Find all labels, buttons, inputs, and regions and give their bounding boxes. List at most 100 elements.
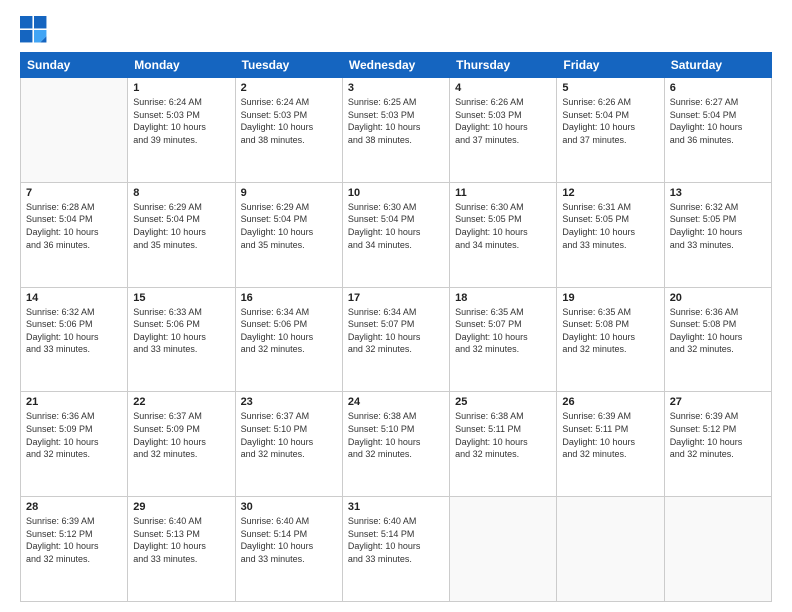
- day-info: Sunrise: 6:35 AM Sunset: 5:07 PM Dayligh…: [455, 306, 551, 356]
- calendar-header-row: SundayMondayTuesdayWednesdayThursdayFrid…: [21, 53, 772, 78]
- day-info: Sunrise: 6:24 AM Sunset: 5:03 PM Dayligh…: [241, 96, 337, 146]
- day-info: Sunrise: 6:36 AM Sunset: 5:09 PM Dayligh…: [26, 410, 122, 460]
- calendar-cell: [21, 78, 128, 183]
- day-number: 12: [562, 187, 658, 199]
- day-info: Sunrise: 6:36 AM Sunset: 5:08 PM Dayligh…: [670, 306, 766, 356]
- day-number: 15: [133, 292, 229, 304]
- day-number: 1: [133, 82, 229, 94]
- day-number: 8: [133, 187, 229, 199]
- calendar-cell: 19 Sunrise: 6:35 AM Sunset: 5:08 PM Dayli…: [557, 287, 664, 392]
- logo-icon: [20, 16, 48, 44]
- day-info: Sunrise: 6:28 AM Sunset: 5:04 PM Dayligh…: [26, 201, 122, 251]
- day-info: Sunrise: 6:37 AM Sunset: 5:09 PM Dayligh…: [133, 410, 229, 460]
- calendar-cell: 22 Sunrise: 6:37 AM Sunset: 5:09 PM Dayli…: [128, 392, 235, 497]
- calendar-cell: 26 Sunrise: 6:39 AM Sunset: 5:11 PM Dayli…: [557, 392, 664, 497]
- calendar-cell: [450, 497, 557, 602]
- day-info: Sunrise: 6:34 AM Sunset: 5:06 PM Dayligh…: [241, 306, 337, 356]
- calendar-week-row: 7Sunrise: 6:28 AM Sunset: 5:04 PM Daylig…: [21, 182, 772, 287]
- day-info: Sunrise: 6:37 AM Sunset: 5:10 PM Dayligh…: [241, 410, 337, 460]
- day-number: 29: [133, 501, 229, 513]
- col-header-thursday: Thursday: [450, 53, 557, 78]
- day-number: 14: [26, 292, 122, 304]
- calendar-week-row: 1 Sunrise: 6:24 AM Sunset: 5:03 PM Daylig…: [21, 78, 772, 183]
- calendar-cell: 31 Sunrise: 6:40 AM Sunset: 5:14 PM Dayli…: [342, 497, 449, 602]
- day-info: Sunrise: 6:32 AM Sunset: 5:05 PM Dayligh…: [670, 201, 766, 251]
- col-header-friday: Friday: [557, 53, 664, 78]
- day-info: Sunrise: 6:39 AM Sunset: 5:11 PM Dayligh…: [562, 410, 658, 460]
- calendar-cell: 8Sunrise: 6:29 AM Sunset: 5:04 PM Daylig…: [128, 182, 235, 287]
- day-number: 20: [670, 292, 766, 304]
- day-info: Sunrise: 6:32 AM Sunset: 5:06 PM Dayligh…: [26, 306, 122, 356]
- col-header-monday: Monday: [128, 53, 235, 78]
- calendar-week-row: 28 Sunrise: 6:39 AM Sunset: 5:12 PM Dayli…: [21, 497, 772, 602]
- day-number: 16: [241, 292, 337, 304]
- col-header-tuesday: Tuesday: [235, 53, 342, 78]
- calendar-cell: 7Sunrise: 6:28 AM Sunset: 5:04 PM Daylig…: [21, 182, 128, 287]
- day-info: Sunrise: 6:30 AM Sunset: 5:05 PM Dayligh…: [455, 201, 551, 251]
- calendar-cell: 20 Sunrise: 6:36 AM Sunset: 5:08 PM Dayli…: [664, 287, 771, 392]
- day-info: Sunrise: 6:31 AM Sunset: 5:05 PM Dayligh…: [562, 201, 658, 251]
- calendar-cell: 17 Sunrise: 6:34 AM Sunset: 5:07 PM Dayli…: [342, 287, 449, 392]
- col-header-sunday: Sunday: [21, 53, 128, 78]
- day-info: Sunrise: 6:39 AM Sunset: 5:12 PM Dayligh…: [670, 410, 766, 460]
- calendar-cell: [557, 497, 664, 602]
- col-header-saturday: Saturday: [664, 53, 771, 78]
- day-number: 26: [562, 396, 658, 408]
- day-number: 21: [26, 396, 122, 408]
- calendar-cell: 18 Sunrise: 6:35 AM Sunset: 5:07 PM Dayli…: [450, 287, 557, 392]
- day-number: 31: [348, 501, 444, 513]
- calendar-cell: 23 Sunrise: 6:37 AM Sunset: 5:10 PM Dayli…: [235, 392, 342, 497]
- col-header-wednesday: Wednesday: [342, 53, 449, 78]
- day-info: Sunrise: 6:39 AM Sunset: 5:12 PM Dayligh…: [26, 515, 122, 565]
- day-number: 23: [241, 396, 337, 408]
- calendar-table: SundayMondayTuesdayWednesdayThursdayFrid…: [20, 52, 772, 602]
- day-number: 30: [241, 501, 337, 513]
- day-number: 13: [670, 187, 766, 199]
- day-number: 28: [26, 501, 122, 513]
- day-number: 4: [455, 82, 551, 94]
- day-info: Sunrise: 6:40 AM Sunset: 5:13 PM Dayligh…: [133, 515, 229, 565]
- day-info: Sunrise: 6:29 AM Sunset: 5:04 PM Dayligh…: [241, 201, 337, 251]
- header: [20, 16, 772, 44]
- day-number: 2: [241, 82, 337, 94]
- day-number: 17: [348, 292, 444, 304]
- logo: [20, 16, 52, 44]
- day-number: 10: [348, 187, 444, 199]
- calendar-cell: 5Sunrise: 6:26 AM Sunset: 5:04 PM Daylig…: [557, 78, 664, 183]
- calendar-cell: 13 Sunrise: 6:32 AM Sunset: 5:05 PM Dayli…: [664, 182, 771, 287]
- day-number: 27: [670, 396, 766, 408]
- day-info: Sunrise: 6:26 AM Sunset: 5:03 PM Dayligh…: [455, 96, 551, 146]
- day-info: Sunrise: 6:35 AM Sunset: 5:08 PM Dayligh…: [562, 306, 658, 356]
- day-info: Sunrise: 6:27 AM Sunset: 5:04 PM Dayligh…: [670, 96, 766, 146]
- calendar-cell: [664, 497, 771, 602]
- day-info: Sunrise: 6:24 AM Sunset: 5:03 PM Dayligh…: [133, 96, 229, 146]
- calendar-cell: 3 Sunrise: 6:25 AM Sunset: 5:03 PM Daylig…: [342, 78, 449, 183]
- day-info: Sunrise: 6:34 AM Sunset: 5:07 PM Dayligh…: [348, 306, 444, 356]
- day-number: 25: [455, 396, 551, 408]
- day-number: 22: [133, 396, 229, 408]
- day-number: 9: [241, 187, 337, 199]
- calendar-cell: 10 Sunrise: 6:30 AM Sunset: 5:04 PM Dayli…: [342, 182, 449, 287]
- calendar-cell: 25Sunrise: 6:38 AM Sunset: 5:11 PM Dayli…: [450, 392, 557, 497]
- day-info: Sunrise: 6:25 AM Sunset: 5:03 PM Dayligh…: [348, 96, 444, 146]
- calendar-cell: 9 Sunrise: 6:29 AM Sunset: 5:04 PM Daylig…: [235, 182, 342, 287]
- day-number: 6: [670, 82, 766, 94]
- day-number: 3: [348, 82, 444, 94]
- calendar-cell: 14 Sunrise: 6:32 AM Sunset: 5:06 PM Dayli…: [21, 287, 128, 392]
- day-info: Sunrise: 6:30 AM Sunset: 5:04 PM Dayligh…: [348, 201, 444, 251]
- day-info: Sunrise: 6:38 AM Sunset: 5:10 PM Dayligh…: [348, 410, 444, 460]
- day-info: Sunrise: 6:40 AM Sunset: 5:14 PM Dayligh…: [241, 515, 337, 565]
- day-number: 11: [455, 187, 551, 199]
- calendar-cell: 28 Sunrise: 6:39 AM Sunset: 5:12 PM Dayli…: [21, 497, 128, 602]
- day-number: 18: [455, 292, 551, 304]
- calendar-cell: 4 Sunrise: 6:26 AM Sunset: 5:03 PM Daylig…: [450, 78, 557, 183]
- calendar-cell: 29 Sunrise: 6:40 AM Sunset: 5:13 PM Dayli…: [128, 497, 235, 602]
- day-info: Sunrise: 6:40 AM Sunset: 5:14 PM Dayligh…: [348, 515, 444, 565]
- day-number: 19: [562, 292, 658, 304]
- calendar-cell: 27 Sunrise: 6:39 AM Sunset: 5:12 PM Dayli…: [664, 392, 771, 497]
- calendar-week-row: 21 Sunrise: 6:36 AM Sunset: 5:09 PM Dayli…: [21, 392, 772, 497]
- calendar-cell: 16 Sunrise: 6:34 AM Sunset: 5:06 PM Dayli…: [235, 287, 342, 392]
- calendar-cell: 21 Sunrise: 6:36 AM Sunset: 5:09 PM Dayli…: [21, 392, 128, 497]
- calendar-cell: 2 Sunrise: 6:24 AM Sunset: 5:03 PM Daylig…: [235, 78, 342, 183]
- day-info: Sunrise: 6:26 AM Sunset: 5:04 PM Dayligh…: [562, 96, 658, 146]
